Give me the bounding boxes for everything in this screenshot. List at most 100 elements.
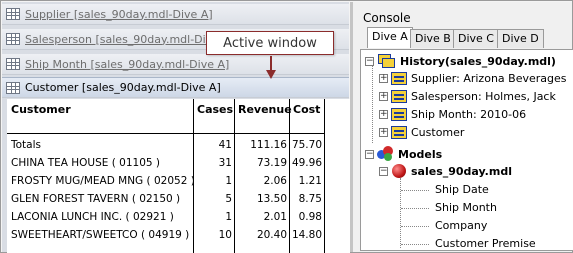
tree-connector xyxy=(401,226,429,227)
cell-customer: SWEETHEART/SWEETCO ( 04919 ) xyxy=(11,229,190,241)
tree-label: Ship Month: 2010-06 xyxy=(411,108,527,121)
windows-pane: Supplier [sales_90day.mdl-Dive A] Salesp… xyxy=(2,2,350,253)
dimension-icon xyxy=(391,126,407,139)
tab-dive-d[interactable]: Dive D xyxy=(497,29,544,48)
table-icon xyxy=(6,8,20,20)
tree-connector xyxy=(401,190,429,191)
expand-icon[interactable]: + xyxy=(379,110,388,119)
tree-node-model[interactable]: − sales_90day.mdl xyxy=(379,164,512,178)
cell-cases: 1 xyxy=(225,211,232,223)
tree-node-company[interactable]: Company xyxy=(435,219,487,232)
window-title: Customer [sales_90day.mdl-Dive A] xyxy=(25,81,221,94)
cell-revenue: 13.50 xyxy=(256,193,287,205)
tree-node-ship-month-dim[interactable]: Ship Month xyxy=(435,201,497,214)
table-row[interactable]: FROSTY MUG/MEAD MNG ( 02052 ) 1 2.06 1.2… xyxy=(7,173,325,191)
header-customer[interactable]: Customer xyxy=(11,103,71,116)
cell-revenue: 20.40 xyxy=(256,229,287,241)
cell-customer: Totals xyxy=(11,139,41,151)
dimension-icon xyxy=(391,90,407,103)
cell-customer: CHINA TEA HOUSE ( 01105 ) xyxy=(11,157,161,169)
console-title: Console xyxy=(363,11,411,25)
cell-customer: FROSTY MUG/MEAD MNG ( 02052 ) xyxy=(11,175,195,187)
cell-revenue: 111.16 xyxy=(250,139,287,151)
dimension-icon xyxy=(391,108,407,121)
table-icon xyxy=(6,58,20,70)
tree-node-customer-premise[interactable]: Customer Premise xyxy=(435,237,536,250)
window-tab-ship-month[interactable]: Ship Month [sales_90day.mdl-Dive A] xyxy=(2,54,349,75)
cell-revenue: 2.06 xyxy=(263,175,287,187)
tree-node-salesperson[interactable]: + Salesperson: Holmes, Jack xyxy=(379,90,556,103)
tree-label: Models xyxy=(398,147,443,161)
tree-connector xyxy=(401,244,429,245)
cell-revenue: 73.19 xyxy=(256,157,287,169)
tree-label: History(sales_90day.mdl) xyxy=(400,55,556,68)
history-icon xyxy=(378,54,396,69)
tree-label: Customer Premise xyxy=(435,237,536,250)
tree-label: Ship Month xyxy=(435,201,497,214)
active-window-callout: Active window xyxy=(206,31,334,55)
collapse-icon[interactable]: − xyxy=(365,57,374,66)
table-header: Customer Cases Revenue Cost xyxy=(7,99,325,134)
tree-label: Supplier: Arizona Beverages xyxy=(411,72,567,85)
cell-cost: 8.75 xyxy=(298,193,322,205)
collapse-icon[interactable]: − xyxy=(379,166,388,176)
tree-node-history[interactable]: − History(sales_90day.mdl) xyxy=(365,54,556,69)
customer-data-grid[interactable]: Customer Cases Revenue Cost Totals 41 11… xyxy=(7,99,350,253)
table-row-totals[interactable]: Totals 41 111.16 75.70 xyxy=(7,137,325,155)
callout-arrow-head xyxy=(266,70,276,79)
window-title: Salesperson [sales_90day.mdl-Dive A] xyxy=(25,32,235,46)
tree-connector xyxy=(401,208,429,209)
tree-node-ship-month[interactable]: + Ship Month: 2010-06 xyxy=(379,108,526,121)
console-pane: Console Dive A Dive B Dive C Dive D − Hi… xyxy=(350,2,573,252)
expand-icon[interactable]: + xyxy=(379,92,388,101)
window-title: Supplier [sales_90day.mdl-Dive A] xyxy=(25,7,213,21)
tree-label: Company xyxy=(435,219,488,232)
header-cost[interactable]: Cost xyxy=(293,103,320,116)
header-revenue[interactable]: Revenue xyxy=(238,103,292,116)
cell-customer: LACONIA LUNCH INC. ( 02921 ) xyxy=(11,211,174,223)
tree-label: sales_90day.mdl xyxy=(411,164,512,178)
tree-node-customer[interactable]: + Customer xyxy=(379,126,464,139)
model-icon xyxy=(392,164,406,178)
tab-dive-c[interactable]: Dive C xyxy=(453,29,499,48)
tree-node-models[interactable]: − Models xyxy=(365,146,442,162)
table-row[interactable]: LACONIA LUNCH INC. ( 02921 ) 1 2.01 0.98 xyxy=(7,209,325,227)
tree-connector xyxy=(372,65,373,143)
models-icon xyxy=(377,146,395,162)
table-row[interactable]: GLEN FOREST TAVERN ( 02150 ) 5 13.50 8.7… xyxy=(7,191,325,209)
cell-cost: 0.98 xyxy=(298,211,322,223)
cell-cost: 1.21 xyxy=(298,175,322,187)
callout-text: Active window xyxy=(223,35,317,51)
cell-cases: 31 xyxy=(218,157,232,169)
cell-revenue: 2.01 xyxy=(263,211,287,223)
dimension-icon xyxy=(391,72,407,85)
table-row[interactable]: SWEETHEART/SWEETCO ( 04919 ) 10 20.40 14… xyxy=(7,227,325,245)
table-icon xyxy=(6,81,20,94)
expand-icon[interactable]: + xyxy=(379,74,388,83)
window-tab-supplier[interactable]: Supplier [sales_90day.mdl-Dive A] xyxy=(2,4,349,25)
expand-icon[interactable]: + xyxy=(379,128,388,137)
tree-label: Ship Date xyxy=(435,183,489,196)
cell-cases: 1 xyxy=(225,175,232,187)
tree-label: Salesperson: Holmes, Jack xyxy=(411,90,556,103)
window-tab-customer-active[interactable]: Customer [sales_90day.mdl-Dive A] xyxy=(2,77,349,98)
collapse-icon[interactable]: − xyxy=(365,149,374,159)
dive-tree[interactable]: − History(sales_90day.mdl) + Supplier: A… xyxy=(360,49,573,251)
tree-connector xyxy=(400,178,401,248)
tab-dive-a[interactable]: Dive A xyxy=(367,27,413,48)
tree-node-ship-date[interactable]: Ship Date xyxy=(435,183,489,196)
table-icon xyxy=(6,33,20,45)
cell-cases: 41 xyxy=(218,139,232,151)
tab-dive-b[interactable]: Dive B xyxy=(410,29,456,48)
cell-cases: 10 xyxy=(218,229,232,241)
cell-cost: 75.70 xyxy=(291,139,322,151)
header-cases[interactable]: Cases xyxy=(197,103,233,116)
table-row[interactable]: CHINA TEA HOUSE ( 01105 ) 31 73.19 49.96 xyxy=(7,155,325,173)
cell-cost: 14.80 xyxy=(291,229,322,241)
tree-label: Customer xyxy=(411,126,465,139)
cell-customer: GLEN FOREST TAVERN ( 02150 ) xyxy=(11,193,181,205)
tree-node-supplier[interactable]: + Supplier: Arizona Beverages xyxy=(379,72,566,85)
application-frame: Supplier [sales_90day.mdl-Dive A] Salesp… xyxy=(0,0,573,253)
cell-cases: 5 xyxy=(225,193,232,205)
window-title: Ship Month [sales_90day.mdl-Dive A] xyxy=(25,57,230,71)
